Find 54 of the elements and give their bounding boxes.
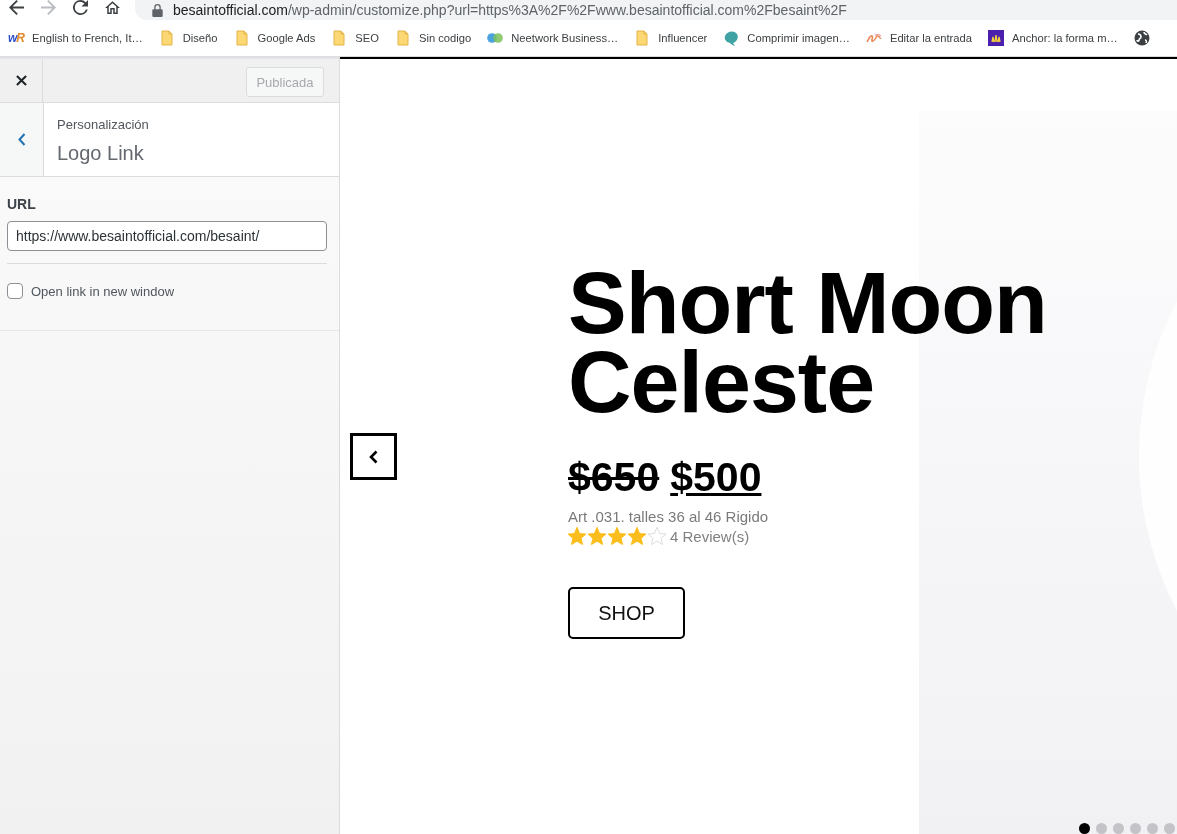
bookmark-link[interactable]: Google Ads [233, 30, 316, 46]
close-icon [15, 75, 27, 86]
bookmark-link[interactable]: Comprimir imagen… [723, 30, 850, 46]
logo-icon [988, 30, 1004, 46]
bookmark-link[interactable]: Editar la entrada [865, 30, 972, 46]
home-icon [104, 0, 120, 15]
product-description: Art .031. talles 36 al 46 Rigido [568, 507, 769, 527]
url-input[interactable]: https://www.besaintofficial.com/besaint/ [7, 221, 327, 251]
bookmark-link[interactable]: SEO [331, 30, 379, 46]
star-icon [608, 527, 626, 545]
bookmark-link[interactable]: Diseño [158, 30, 218, 46]
reload-icon [72, 0, 88, 15]
bookmark-link[interactable]: Anchor: la forma m… [988, 30, 1118, 46]
folder-icon [636, 30, 649, 46]
sale-price: $500 [670, 453, 762, 501]
circles-icon [487, 30, 504, 46]
slide-dot[interactable] [1079, 823, 1090, 834]
slide-dot[interactable] [1164, 823, 1175, 834]
review-count: 4 Review(s) [670, 527, 750, 545]
folder-icon [160, 30, 173, 46]
field-label: URL [7, 196, 36, 212]
checkbox-label[interactable]: Open link in new window [31, 283, 175, 299]
product-title: Short Moon Celeste [568, 263, 1048, 421]
lock-icon [152, 3, 163, 17]
slide-dot[interactable] [1130, 823, 1141, 834]
bookmark-link[interactable]: wR English to French, It… [8, 31, 143, 45]
bookmark-link[interactable] [1133, 30, 1150, 46]
address-field[interactable]: besaintofficial.com/wp-admin/customize.php?url=https%3A%2F%2Fwww.besaintofficial.com%2Fbesaint%2F [135, 0, 1177, 20]
speech-bubble-icon [723, 30, 740, 46]
section-title: Logo Link [57, 141, 145, 165]
star-icon [628, 527, 646, 545]
letter-logo: wR [8, 31, 24, 45]
section-breadcrumb: Personalización [57, 117, 149, 133]
bookmark-link[interactable]: Sin codigo [395, 30, 472, 46]
folder-icon [397, 30, 409, 46]
arrow-left-icon [8, 0, 24, 15]
slide-dot[interactable] [1096, 823, 1107, 834]
previous-button[interactable] [350, 433, 397, 480]
chevron-left-icon [17, 133, 26, 146]
globe-icon [1133, 30, 1150, 46]
shop-button[interactable]: SHOP [568, 587, 685, 639]
chevron-left-icon [369, 449, 378, 464]
arrow-right-icon [40, 0, 56, 15]
slide-dot[interactable] [1147, 823, 1158, 834]
folder-icon [333, 30, 346, 46]
old-price: $650 [568, 453, 660, 501]
bookmark-link[interactable]: Neetwork Business… [487, 30, 619, 46]
bookmark-link[interactable]: Influencer [634, 30, 708, 46]
slide-dot[interactable] [1113, 823, 1124, 834]
folder-icon [235, 30, 248, 46]
star-icon [588, 527, 606, 545]
star-icon [568, 527, 586, 545]
checkbox[interactable] [7, 283, 23, 299]
star-icon [648, 527, 666, 545]
